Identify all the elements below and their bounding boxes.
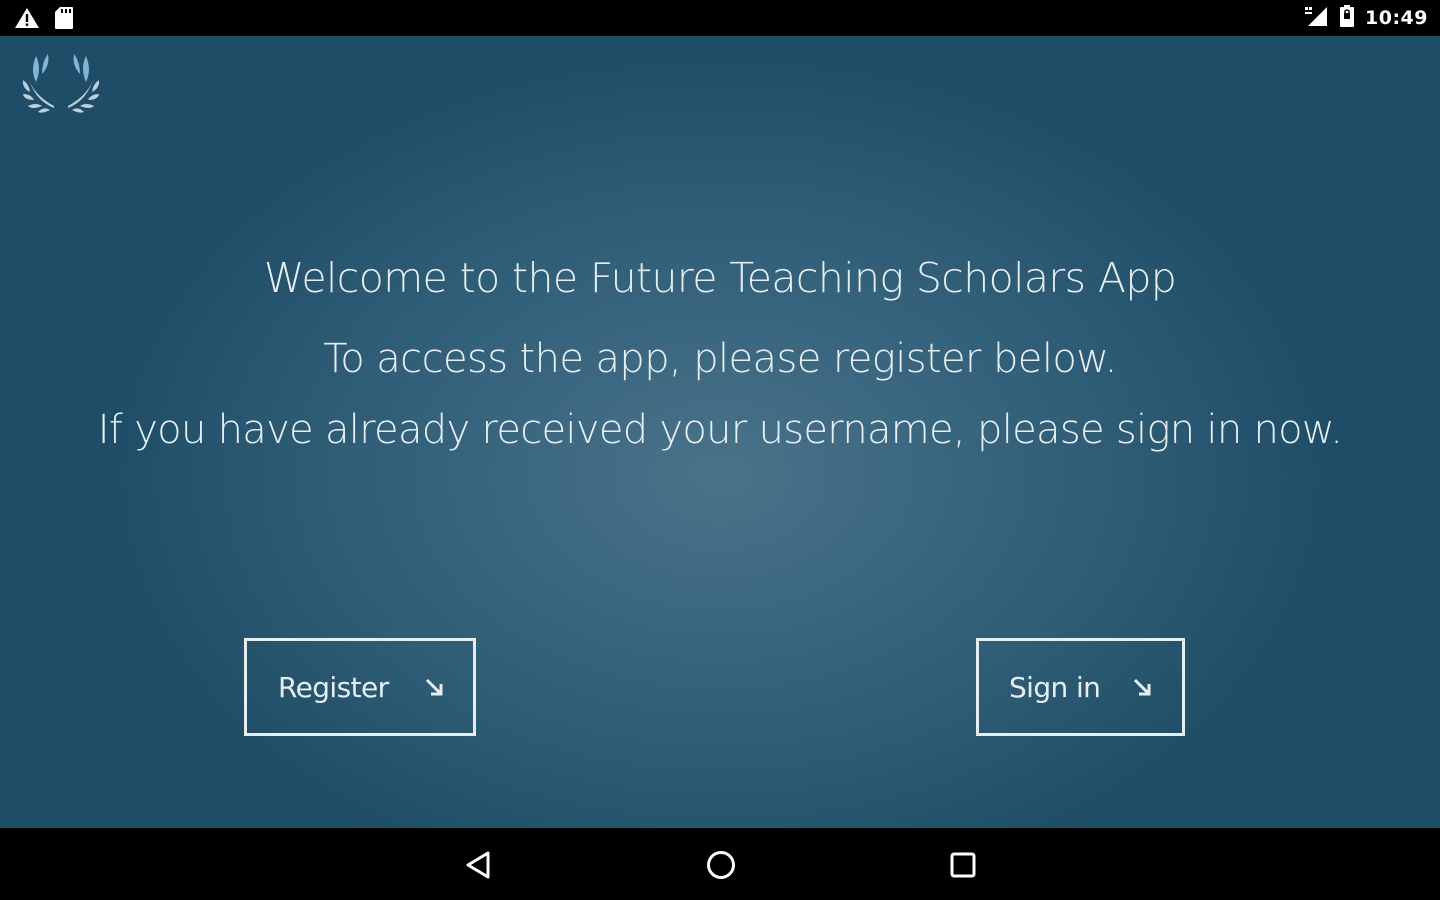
register-button[interactable]: Register [244,638,476,736]
warning-icon [14,7,40,33]
status-bar: 10:49 [0,0,1440,36]
app-content: Welcome to the Future Teaching Scholars … [0,36,1440,828]
register-button-label: Register [278,670,389,704]
back-icon[interactable] [462,848,496,882]
recents-icon[interactable] [946,848,980,882]
signal-icon [1303,4,1329,32]
signin-instruction: If you have already received your userna… [97,407,1343,453]
welcome-title: Welcome to the Future Teaching Scholars … [263,254,1177,302]
navigation-bar [0,828,1440,900]
device-screen: 10:49 Welcome to the Future Teaching Sch… [0,0,1440,900]
signin-button[interactable]: Sign in [976,638,1185,736]
home-icon[interactable] [704,848,738,882]
welcome-message: Welcome to the Future Teaching Scholars … [0,232,1440,466]
signin-button-label: Sign in [1009,670,1101,704]
status-time: 10:49 [1365,7,1428,29]
sd-card-icon [54,6,74,34]
arrow-down-right-icon [423,676,445,698]
laurel-wreath-icon [20,48,102,116]
register-instruction: To access the app, please register below… [323,336,1117,382]
arrow-down-right-icon [1131,676,1153,698]
battery-icon [1339,4,1355,32]
